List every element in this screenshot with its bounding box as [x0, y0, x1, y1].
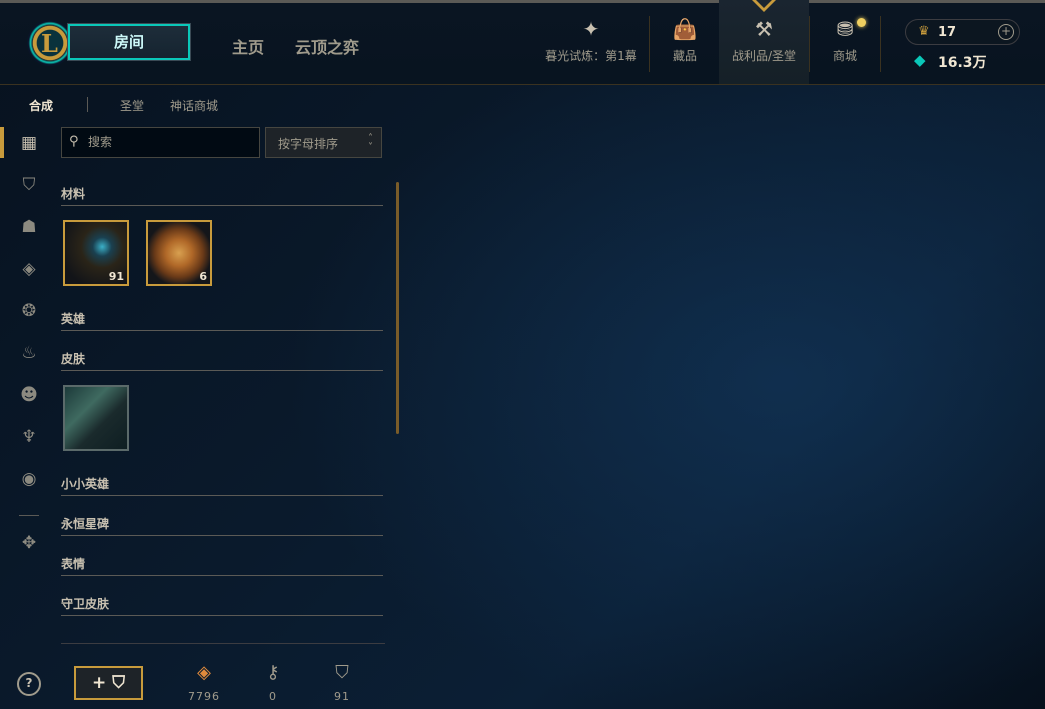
nav-divider: [880, 16, 881, 72]
nav-loot-label: 战利品/圣堂: [731, 49, 797, 63]
hammer-icon: ⚒: [755, 17, 773, 41]
orange-essence-token-tile[interactable]: 6: [146, 220, 212, 286]
section-ward-skins[interactable]: 守卫皮肤: [61, 591, 383, 616]
rp-wallet: ♛ 17 +: [905, 19, 1020, 45]
buy-rp-button[interactable]: +: [998, 24, 1014, 40]
filter-profile-icon[interactable]: ◉: [17, 467, 41, 491]
help-button[interactable]: ?: [17, 672, 41, 696]
nav-loot[interactable]: ⚒ 战利品/圣堂: [719, 16, 809, 64]
section-title: 材料: [61, 187, 86, 201]
key-icon: ⚷: [266, 662, 280, 683]
orange-essence-icon: ◈: [197, 662, 211, 683]
filter-champion-helmet-icon[interactable]: ☗: [17, 215, 41, 239]
filter-misc-icon[interactable]: ✥: [17, 531, 41, 555]
riot-points-icon: ♛: [918, 24, 930, 39]
league-logo-icon[interactable]: L: [27, 20, 73, 66]
nav-event-label: 暮光试炼：第1幕: [545, 49, 637, 63]
tab-sanctum[interactable]: 圣堂: [120, 97, 144, 114]
section-title: 英雄: [61, 312, 86, 326]
key-value: 0: [269, 690, 277, 703]
filter-emote-icon[interactable]: ☻: [17, 383, 41, 407]
filter-eternals-icon[interactable]: ♨: [17, 341, 41, 365]
siderail-active-indicator: [0, 127, 4, 158]
section-title: 小小英雄: [61, 477, 110, 491]
section-title: 皮肤: [61, 352, 86, 366]
section-skins[interactable]: 皮肤: [61, 346, 383, 371]
orange-essence-counter: ◈ 7796: [184, 661, 224, 703]
store-notification-dot: [857, 18, 866, 27]
list-bottom-divider: [61, 643, 385, 644]
orange-essence-value: 7796: [188, 690, 220, 703]
filter-chest-icon[interactable]: ⛉: [17, 173, 41, 197]
section-title: 守卫皮肤: [61, 597, 110, 611]
sort-chevron-icon: ˄ ˅: [368, 133, 373, 153]
active-tab-chevron-inner: [756, 0, 772, 8]
section-emotes[interactable]: 表情: [61, 551, 383, 576]
section-materials[interactable]: 材料: [61, 181, 383, 206]
be-value: 16.3万: [938, 55, 987, 71]
sort-selected: 按字母排序: [278, 137, 339, 151]
sort-dropdown[interactable]: 按字母排序 ˄ ˅: [265, 127, 382, 158]
chest-value: 91: [334, 690, 350, 703]
filter-ward-icon[interactable]: ♆: [17, 425, 41, 449]
collection-bag-icon: 👜: [672, 17, 698, 41]
loot-list-scrollbar[interactable]: [396, 182, 399, 434]
hextech-chest-tile[interactable]: 91: [63, 220, 129, 286]
item-count: 91: [108, 270, 124, 283]
section-little-legends[interactable]: 小小英雄: [61, 471, 383, 496]
window-top-border: [0, 0, 1045, 3]
chest-counter: ⛉ 91: [322, 661, 362, 703]
search-input[interactable]: [88, 133, 253, 151]
nav-collection-label: 藏品: [672, 49, 697, 63]
blue-essence-icon: ◆: [914, 51, 926, 69]
nav-tft[interactable]: 云顶之弈: [295, 34, 359, 58]
rp-value: 17: [938, 25, 957, 40]
nav-home[interactable]: 主页: [232, 34, 264, 58]
nav-event[interactable]: ✦ 暮光试炼：第1幕: [545, 16, 637, 64]
plus-icon: +: [92, 673, 107, 693]
chest-icon: ⛉: [335, 662, 349, 683]
nav-store[interactable]: ⛃ 商城: [800, 16, 890, 64]
tab-mythic-shop[interactable]: 神话商城: [170, 97, 218, 114]
section-eternals[interactable]: 永恒星碑: [61, 511, 383, 536]
buy-chest-button[interactable]: + ⛉: [74, 666, 143, 700]
nav-collection[interactable]: 👜 藏品: [640, 16, 730, 64]
search-field[interactable]: ⚲: [61, 127, 260, 158]
item-count: 6: [199, 270, 207, 283]
section-title: 表情: [61, 557, 86, 571]
siderail-divider: [19, 515, 39, 516]
filter-all-grid-icon[interactable]: ▦: [17, 131, 41, 155]
filter-skin-mask-icon[interactable]: ◈: [17, 257, 41, 281]
play-button[interactable]: 房间: [67, 23, 191, 61]
section-champions[interactable]: 英雄: [61, 306, 383, 331]
nav-store-label: 商城: [832, 49, 857, 63]
key-counter: ⚷ 0: [253, 661, 293, 703]
tab-crafting[interactable]: 合成: [29, 97, 53, 114]
search-icon: ⚲: [69, 134, 79, 149]
coin-stack-icon: ⛃: [836, 17, 854, 41]
event-pass-icon: ✦: [582, 17, 600, 41]
champion-skin-tile[interactable]: [63, 385, 129, 451]
section-title: 永恒星碑: [61, 517, 110, 531]
filter-little-legend-icon[interactable]: ❂: [17, 299, 41, 323]
subtab-divider: [87, 97, 88, 112]
